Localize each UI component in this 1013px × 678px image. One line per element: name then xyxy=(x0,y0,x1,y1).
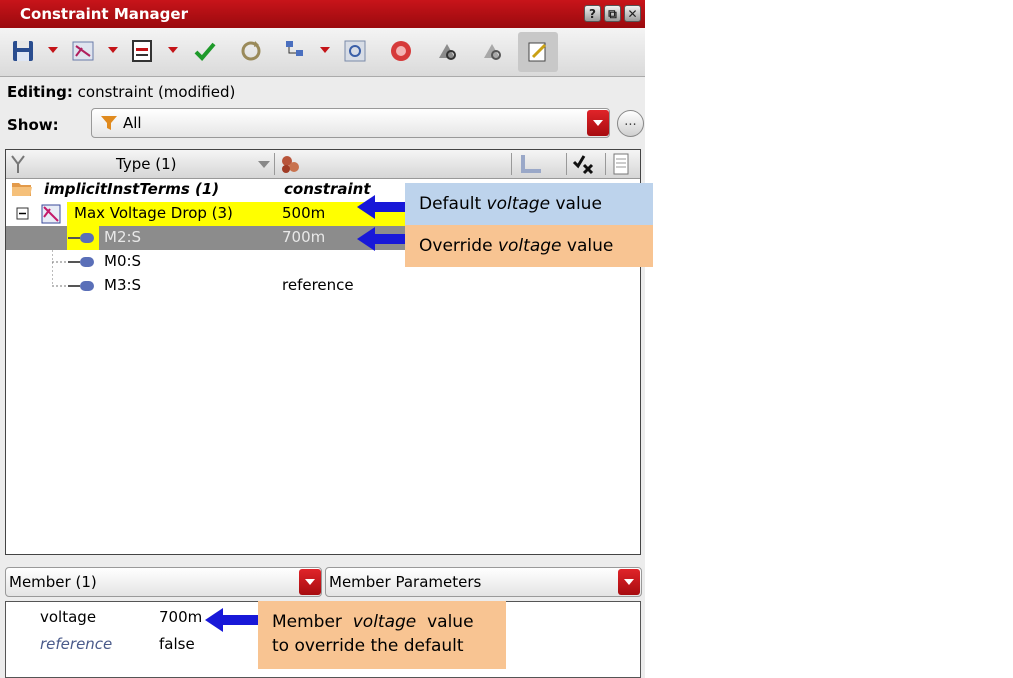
callout-member-voltage: Member voltage value to override the def… xyxy=(258,601,506,669)
show-filter-value: All xyxy=(123,114,142,132)
arrow-default-icon xyxy=(357,195,405,219)
terminal-icon xyxy=(68,233,94,243)
callout-override-voltage: Override voltage value xyxy=(405,225,653,267)
type-column-header[interactable]: Type (1) xyxy=(116,155,176,173)
param-name: reference xyxy=(40,635,113,653)
zoom-in-icon[interactable] xyxy=(434,38,460,64)
editing-label: Editing: xyxy=(7,83,73,101)
show-dropdown-button[interactable] xyxy=(587,110,609,136)
param-name: voltage xyxy=(40,608,97,626)
member-parameters-value: Member Parameters xyxy=(329,573,482,591)
close-icon[interactable]: ✕ xyxy=(624,5,641,22)
collapse-icon[interactable] xyxy=(16,207,30,221)
filter-icon xyxy=(101,116,117,130)
enabled-column-icon[interactable] xyxy=(517,153,543,175)
constraint-name: Max Voltage Drop (3) xyxy=(74,204,233,222)
callout-default-voltage: Default voltage value xyxy=(405,183,653,225)
sort-down-icon[interactable] xyxy=(258,161,270,169)
display-icon[interactable] xyxy=(130,38,156,64)
stop-icon[interactable] xyxy=(388,38,414,64)
constraint-manager-window: Constraint Manager ? ⧉ ✕ Editing: constr… xyxy=(0,0,645,678)
voltage-drop-icon xyxy=(41,204,61,224)
category-name: implicitInstTerms (1) xyxy=(44,180,220,198)
toolbar xyxy=(0,28,645,77)
edit-button-pressed[interactable] xyxy=(518,32,558,72)
zoom-out-icon[interactable] xyxy=(479,38,505,64)
editing-value: constraint (modified) xyxy=(77,83,236,101)
constraint-value: 500m xyxy=(282,204,326,222)
notes-column-icon[interactable] xyxy=(613,153,629,175)
member-name: M2:S xyxy=(104,228,142,246)
param-value[interactable]: 700m xyxy=(159,608,202,626)
member-combo[interactable]: Member (1) xyxy=(5,567,322,597)
hierarchy-dropdown-arrow[interactable] xyxy=(320,47,330,53)
member-combo-value: Member (1) xyxy=(9,573,97,591)
help-icon[interactable]: ? xyxy=(584,5,601,22)
save-icon[interactable] xyxy=(10,38,36,64)
restore-icon[interactable]: ⧉ xyxy=(604,5,621,22)
edit-icon xyxy=(528,42,547,62)
show-filter-combo[interactable]: All xyxy=(91,108,610,138)
member-value: 700m xyxy=(282,228,326,246)
member-parameters-combo[interactable]: Member Parameters xyxy=(325,567,642,597)
editing-status: Editing: constraint (modified) xyxy=(7,83,235,101)
tree-row-member[interactable]: M3:S reference xyxy=(6,262,640,298)
title-bar: Constraint Manager ? ⧉ ✕ xyxy=(0,0,645,28)
constraint-type-icon[interactable] xyxy=(70,38,96,64)
member-name: M0:S xyxy=(104,252,142,270)
target-icon[interactable] xyxy=(342,38,368,64)
show-label: Show: xyxy=(7,116,59,134)
hierarchy-icon[interactable] xyxy=(282,38,308,64)
arrow-member-icon xyxy=(205,608,259,632)
member-dropdown-button[interactable] xyxy=(299,569,321,595)
param-value[interactable]: false xyxy=(159,635,195,653)
window-title: Constraint Manager xyxy=(20,5,188,23)
save-dropdown-arrow[interactable] xyxy=(48,47,58,53)
member-name: M3:S xyxy=(104,276,142,294)
arrow-override-icon xyxy=(357,227,405,251)
member-parameters-dropdown-button[interactable] xyxy=(618,569,640,595)
folder-icon xyxy=(12,183,32,196)
refresh-icon[interactable] xyxy=(238,38,264,64)
member-value: reference xyxy=(282,276,354,294)
tree-connector xyxy=(52,262,94,291)
check-icon[interactable] xyxy=(192,38,218,64)
constraint-type-dropdown-arrow[interactable] xyxy=(108,47,118,53)
status-column-icon[interactable] xyxy=(572,153,596,175)
display-dropdown-arrow[interactable] xyxy=(168,47,178,53)
value-column-icon[interactable] xyxy=(279,153,301,175)
filter-column-icon[interactable] xyxy=(11,154,25,174)
tree-header: Type (1) xyxy=(6,150,640,179)
show-more-button[interactable]: ... xyxy=(617,110,644,137)
